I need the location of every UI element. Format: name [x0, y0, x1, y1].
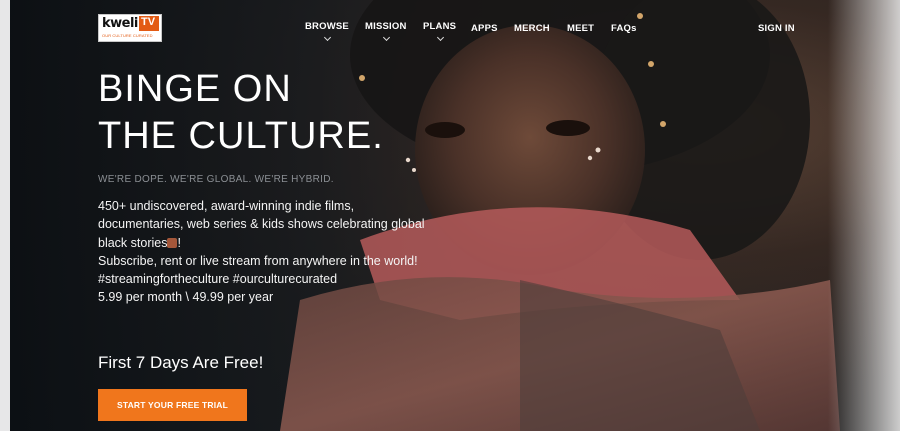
- page-left-edge: [0, 0, 10, 431]
- hero-section: kweli TV OUR CULTURE CURATED BROWSE MISS…: [0, 0, 900, 431]
- desc-pricing: 5.99 per month \ 49.99 per year: [98, 290, 274, 305]
- hero-headline: BINGE ON THE CULTURE.: [98, 66, 384, 160]
- desc-line-1-text: 450+ undiscovered, award-winning indie f…: [98, 199, 425, 250]
- logo-brand-text: kweli: [102, 16, 138, 31]
- basketball-emoji-icon: [167, 237, 178, 248]
- logo-tv-badge: TV: [139, 16, 159, 31]
- nav-merch-label: MERCH: [514, 23, 550, 34]
- hero-description: 450+ undiscovered, award-winning indie f…: [98, 197, 428, 307]
- nav-mission-label: MISSION: [365, 21, 407, 32]
- hero-tagline: WE'RE DOPE. WE'RE GLOBAL. WE'RE HYBRID.: [98, 174, 334, 185]
- headline-line-1: BINGE ON: [98, 68, 292, 110]
- desc-line-1: 450+ undiscovered, award-winning indie f…: [98, 197, 428, 252]
- nav-merch[interactable]: MERCH: [514, 23, 550, 34]
- nav-meet[interactable]: MEET: [567, 23, 594, 34]
- desc-line-1-end: !: [177, 235, 181, 250]
- site-logo[interactable]: kweli TV OUR CULTURE CURATED: [98, 14, 162, 42]
- nav-faqs[interactable]: FAQs: [611, 23, 637, 34]
- nav-browse[interactable]: BROWSE: [305, 21, 349, 42]
- start-free-trial-button[interactable]: START YOUR FREE TRIAL: [98, 389, 247, 421]
- nav-browse-label: BROWSE: [305, 21, 349, 32]
- sign-in-link[interactable]: SIGN IN: [758, 23, 795, 34]
- nav-meet-label: MEET: [567, 23, 595, 34]
- headline-line-2: THE CULTURE.: [98, 115, 384, 157]
- free-trial-heading: First 7 Days Are Free!: [98, 353, 264, 372]
- nav-apps-label: APPS: [471, 23, 498, 34]
- desc-hashtags: #streamingfortheculture #ourculturecurat…: [98, 272, 338, 287]
- nav-faqs-label: FAQs: [611, 23, 637, 34]
- logo-tagline: OUR CULTURE CURATED: [102, 33, 153, 38]
- nav-mission[interactable]: MISSION: [365, 21, 407, 42]
- page-right-edge: [828, 0, 900, 431]
- nav-plans-label: PLANS: [423, 21, 457, 32]
- nav-apps[interactable]: APPS: [471, 23, 498, 34]
- nav-plans[interactable]: PLANS: [423, 21, 457, 42]
- desc-line-2: Subscribe, rent or live stream from anyw…: [98, 253, 418, 268]
- logo-tv-text: TV: [141, 16, 156, 28]
